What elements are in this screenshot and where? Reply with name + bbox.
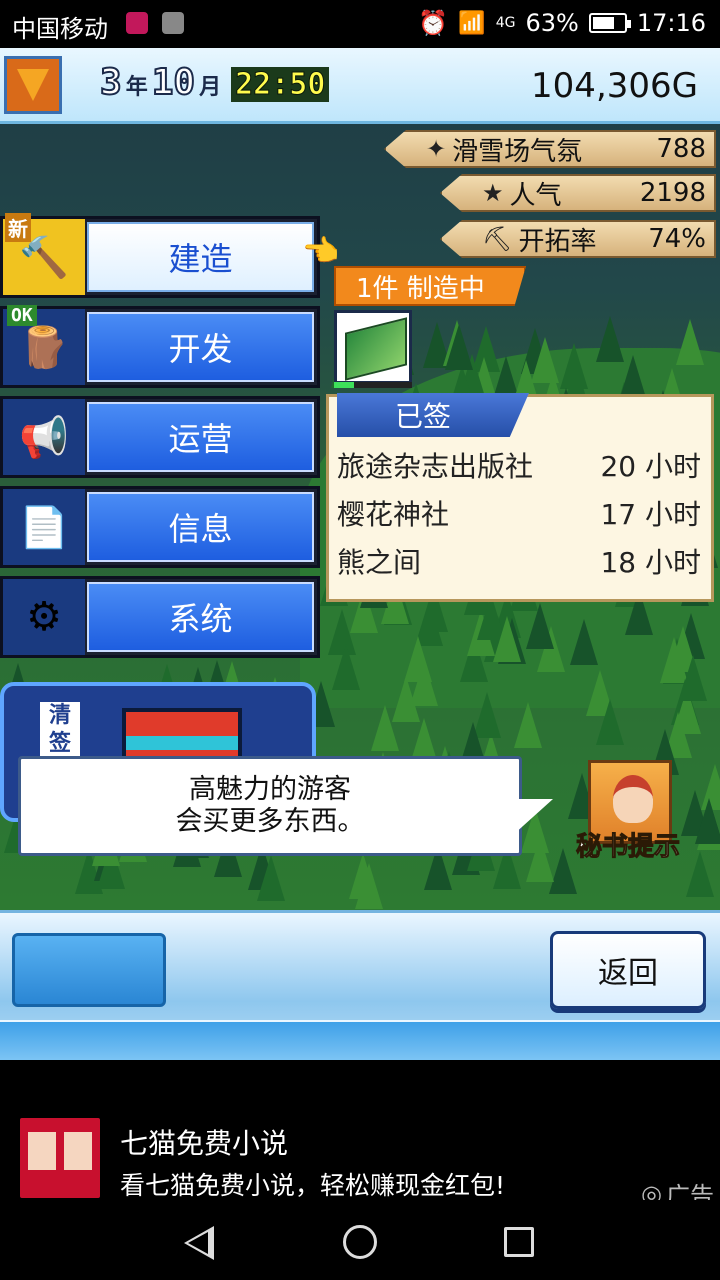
tree — [560, 343, 589, 390]
ok-badge: OK — [7, 305, 37, 326]
year-unit: 年 — [125, 75, 148, 100]
stat-label: 滑雪场气氛 — [452, 136, 583, 167]
tree — [678, 654, 707, 701]
alarm-icon: ⏰ — [418, 9, 449, 37]
carrier-label: 中国移动 — [12, 15, 108, 43]
stat-label: 人气 — [509, 180, 562, 211]
contract-panel: 已签 旅途杂志出版社 20 小时 樱花神社 17 小时 熊之间 18 小时 — [326, 393, 714, 602]
pickaxe-icon: ⛏ — [482, 225, 513, 253]
build-item-thumbnail[interactable] — [334, 310, 412, 384]
bottom-strip — [0, 1020, 720, 1060]
new-badge: 新 — [5, 213, 31, 242]
tree — [595, 698, 624, 745]
menu-label: 系统 — [87, 582, 314, 652]
tree — [686, 851, 715, 898]
bottom-bar: 返回 — [0, 910, 720, 1060]
menu-info-button[interactable]: 📄 信息 — [0, 486, 320, 568]
ad-title: 七猫免费小说 — [120, 1127, 289, 1160]
secretary-hint-label[interactable]: 秘书提示 — [575, 826, 680, 863]
build-progress-bar — [334, 382, 412, 388]
stat-label: 开拓率 — [518, 226, 597, 257]
tree — [371, 705, 400, 751]
stat-value: 74% — [648, 224, 706, 254]
contract-row[interactable]: 旅途杂志出版社 20 小时 — [337, 443, 701, 487]
tree — [349, 852, 378, 899]
menu-label: 运营 — [87, 402, 314, 472]
weibo-icon — [126, 12, 148, 34]
blank-button[interactable] — [12, 933, 166, 1007]
wifi-icon: 📶 — [458, 10, 486, 36]
contract-name: 樱花神社 — [337, 498, 450, 531]
tree — [676, 318, 705, 365]
network-label: 4G — [495, 15, 516, 31]
ad-banner[interactable]: 七猫免费小说 看七猫免费小说，轻松赚现金红包! ◎ 广告 — [0, 1060, 720, 1210]
pointer-hand-icon: 👈 — [302, 234, 340, 269]
tree — [444, 324, 473, 371]
megaphone-icon: 📢 — [3, 399, 85, 475]
tree — [492, 615, 521, 662]
document-icon: 📄 — [3, 489, 85, 565]
money-display: 104,306G — [531, 66, 698, 106]
gear-icon: ⚙ — [3, 579, 85, 655]
tree — [404, 636, 432, 683]
stat-value: 788 — [656, 134, 706, 164]
build-status-badge: 1件 制造中 — [334, 266, 526, 306]
battery-icon — [588, 13, 631, 33]
menu-system-button[interactable]: ⚙ 系统 — [0, 576, 320, 658]
nav-recent-icon[interactable] — [504, 1227, 534, 1257]
menu-label: 建造 — [87, 222, 314, 292]
status-bar: 中国移动 ⏰ 📶 4G 63% 17:16 — [0, 0, 720, 48]
menu-label: 信息 — [87, 492, 314, 562]
hint-line-2: 会买更多东西。 — [175, 806, 365, 837]
stat-value: 2198 — [639, 178, 706, 208]
contract-time: 18 小时 — [600, 546, 701, 579]
month-unit: 月 — [199, 75, 222, 100]
contract-name: 熊之间 — [337, 546, 422, 579]
image-icon — [162, 12, 184, 34]
battery-percent: 63% — [525, 9, 579, 37]
menu-operate-button[interactable]: 📢 运营 — [0, 396, 320, 478]
contract-row[interactable]: 熊之间 18 小时 — [337, 539, 701, 583]
qian-label: 清签 — [40, 702, 80, 762]
navigation-bar — [0, 1200, 720, 1280]
menu-label: 开发 — [87, 312, 314, 382]
star-icon: ★ — [482, 179, 504, 207]
tree — [514, 701, 543, 748]
ad-image — [20, 1118, 100, 1198]
tree — [331, 644, 360, 691]
contract-title: 已签 — [337, 393, 529, 437]
back-button[interactable]: 返回 — [550, 931, 706, 1009]
game-date: 3 年 10 月 22:50 — [99, 61, 330, 104]
contract-name: 旅途杂志出版社 — [337, 450, 534, 483]
menu-build-button[interactable]: 🔨 新 建造 — [0, 213, 320, 298]
year-value: 3 — [99, 61, 123, 104]
stat-popularity: ★ 人气 2198 — [440, 174, 716, 212]
sparkle-icon: ✦ — [426, 135, 447, 163]
tree — [256, 854, 285, 901]
nav-back-icon[interactable] — [184, 1226, 214, 1260]
park-avatar-icon[interactable] — [4, 56, 62, 114]
tree — [694, 797, 720, 844]
game-scene: 3 年 10 月 22:50 104,306G ✦ 滑雪场气氛 788 ★ 人气… — [0, 48, 720, 1060]
ad-description: 看七猫免费小说，轻松赚现金红包! — [120, 1171, 506, 1200]
secretary-face — [613, 775, 653, 823]
contract-time: 20 小时 — [600, 450, 701, 483]
nav-home-icon[interactable] — [343, 1225, 377, 1259]
month-value: 10 — [151, 61, 196, 104]
contract-row[interactable]: 樱花神社 17 小时 — [337, 491, 701, 535]
hint-message: 高魅力的游客 会买更多东西。 — [18, 756, 522, 856]
build-progress-fill — [334, 382, 354, 388]
top-bar: 3 年 10 月 22:50 104,306G — [0, 48, 720, 124]
stat-development-rate: ⛏ 开拓率 74% — [440, 220, 716, 258]
clock-time: 17:16 — [636, 9, 706, 37]
game-clock: 22:50 — [231, 67, 330, 103]
tree — [569, 618, 598, 665]
hint-line-1: 高魅力的游客 — [189, 774, 351, 805]
stat-ski-atmosphere: ✦ 滑雪场气氛 788 — [384, 130, 716, 168]
menu-develop-button[interactable]: 🪵 OK 开发 — [0, 305, 320, 388]
contract-time: 17 小时 — [600, 498, 701, 531]
